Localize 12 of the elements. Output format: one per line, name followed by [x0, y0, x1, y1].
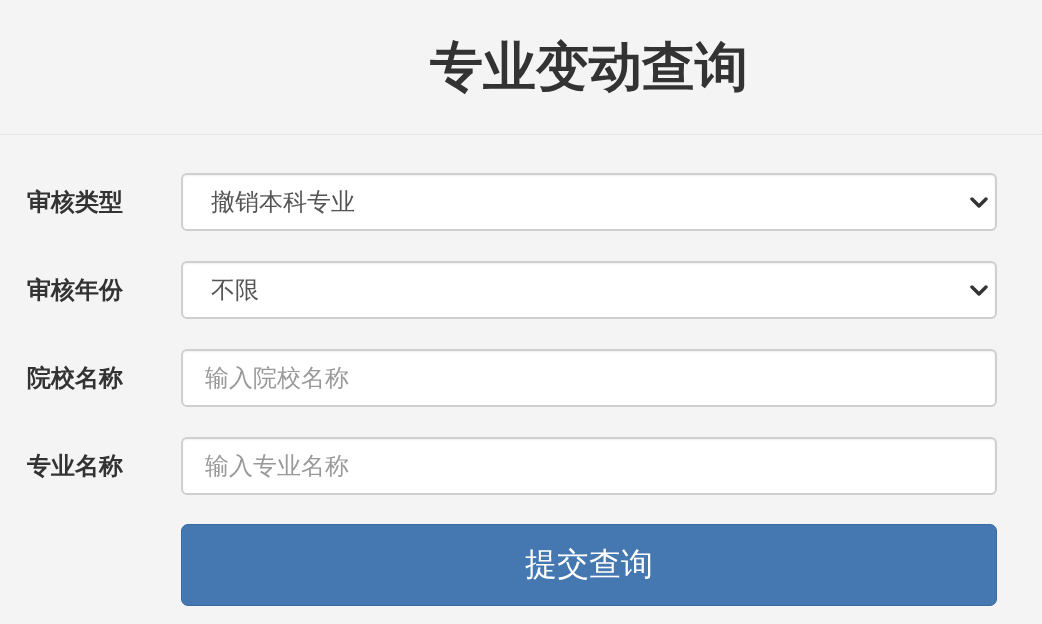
- page-title: 专业变动查询: [430, 35, 748, 99]
- field-label: 专业名称: [26, 451, 124, 482]
- input-field[interactable]: 输入专业名称: [181, 437, 997, 495]
- chevron-down-icon: [970, 196, 988, 208]
- field-label: 审核年份: [26, 275, 124, 306]
- input-field[interactable]: 输入院校名称: [181, 349, 997, 407]
- field-label: 院校名称: [26, 363, 124, 394]
- field-label: 审核类型: [26, 187, 124, 218]
- submit-button[interactable]: 提交查询: [181, 524, 997, 606]
- select-field[interactable]: 不限: [181, 261, 997, 319]
- select-field[interactable]: 撤销本科专业: [181, 173, 997, 231]
- chevron-down-icon: [970, 284, 988, 296]
